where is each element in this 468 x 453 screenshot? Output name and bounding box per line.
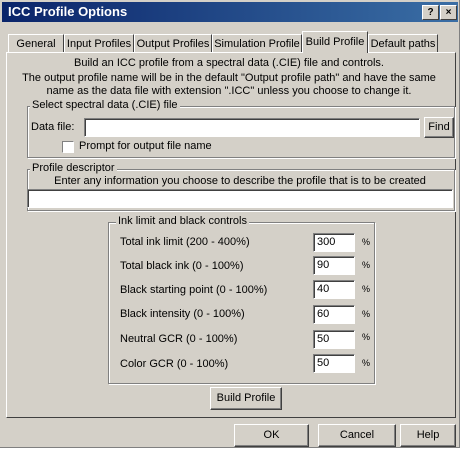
total-ink-limit-unit: % <box>362 237 371 247</box>
prompt-output-label: Prompt for output file name <box>79 140 212 152</box>
black-starting-point-label: Black starting point (0 - 100%) <box>120 284 268 296</box>
find-button[interactable]: Find <box>424 117 454 138</box>
black-intensity-unit: % <box>362 309 371 319</box>
window-title: ICC Profile Options <box>8 4 128 19</box>
color-gcr-unit: % <box>362 358 371 368</box>
help-button[interactable]: Help <box>400 424 456 447</box>
build-profile-button[interactable]: Build Profile <box>210 387 282 410</box>
total-black-ink-label: Total black ink (0 - 100%) <box>120 260 244 272</box>
profile-descriptor-group-label: Profile descriptor <box>30 162 117 174</box>
data-file-input[interactable] <box>84 118 420 137</box>
neutral-gcr-unit: % <box>362 332 371 342</box>
tab-output-profiles[interactable]: Output Profiles <box>134 34 212 52</box>
close-title-button[interactable]: × <box>440 5 457 20</box>
total-ink-limit-label: Total ink limit (200 - 400%) <box>120 236 250 248</box>
intro-line-3: name as the data file with extension ".I… <box>46 85 412 97</box>
total-ink-limit-input[interactable]: 300 <box>313 233 355 252</box>
black-intensity-label: Black intensity (0 - 100%) <box>120 308 245 320</box>
cancel-button[interactable]: Cancel <box>318 424 396 447</box>
tab-input-profiles[interactable]: Input Profiles <box>64 34 134 52</box>
help-title-button[interactable]: ? <box>422 5 439 20</box>
tab-general[interactable]: General <box>8 34 64 52</box>
dialog-window: ICC Profile Options ? × General Input Pr… <box>0 0 460 448</box>
title-bar: ICC Profile Options ? × <box>2 2 458 22</box>
black-starting-point-input[interactable]: 40 <box>313 280 355 299</box>
intro-line-2: The output profile name will be in the d… <box>22 72 436 84</box>
ok-button[interactable]: OK <box>234 424 309 447</box>
color-gcr-label: Color GCR (0 - 100%) <box>120 358 229 370</box>
color-gcr-input[interactable]: 50 <box>313 354 355 373</box>
neutral-gcr-label: Neutral GCR (0 - 100%) <box>120 333 238 345</box>
black-starting-point-unit: % <box>362 284 371 294</box>
profile-descriptor-input[interactable] <box>27 189 453 208</box>
tab-build-profile[interactable]: Build Profile <box>302 31 368 53</box>
total-black-ink-unit: % <box>362 260 371 270</box>
tab-simulation-profile[interactable]: Simulation Profile <box>212 34 302 52</box>
spectral-data-group-label: Select spectral data (.CIE) file <box>30 99 180 111</box>
prompt-output-checkbox[interactable] <box>62 141 74 153</box>
data-file-label: Data file: <box>31 121 75 133</box>
profile-descriptor-hint: Enter any information you choose to desc… <box>54 175 426 187</box>
total-black-ink-input[interactable]: 90 <box>313 256 355 275</box>
black-intensity-input[interactable]: 60 <box>313 305 355 324</box>
ink-limit-group-label: Ink limit and black controls <box>116 215 249 227</box>
tab-default-paths[interactable]: Default paths <box>368 34 438 52</box>
intro-line-1: Build an ICC profile from a spectral dat… <box>74 57 384 69</box>
neutral-gcr-input[interactable]: 50 <box>313 330 355 349</box>
